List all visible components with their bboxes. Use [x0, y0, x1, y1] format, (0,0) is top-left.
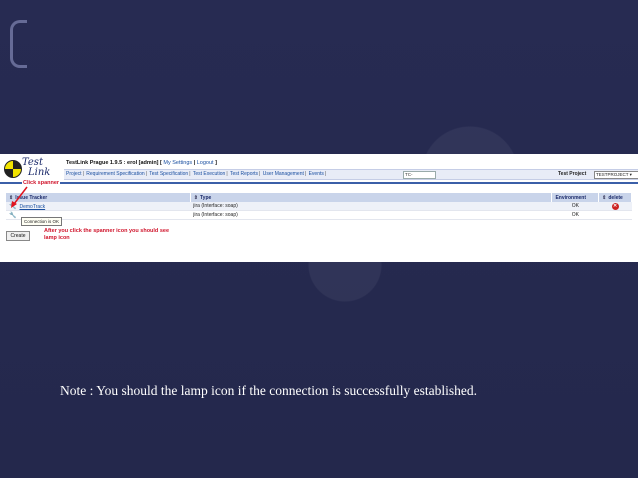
slide-note: Note : You should the lamp icon if the c… [60, 383, 477, 398]
decorative-bracket [10, 20, 27, 68]
testlink-screenshot: Test Link TestLink Prague 1.9.5 : erol [… [0, 154, 638, 262]
red-arrow-icon [11, 186, 28, 208]
